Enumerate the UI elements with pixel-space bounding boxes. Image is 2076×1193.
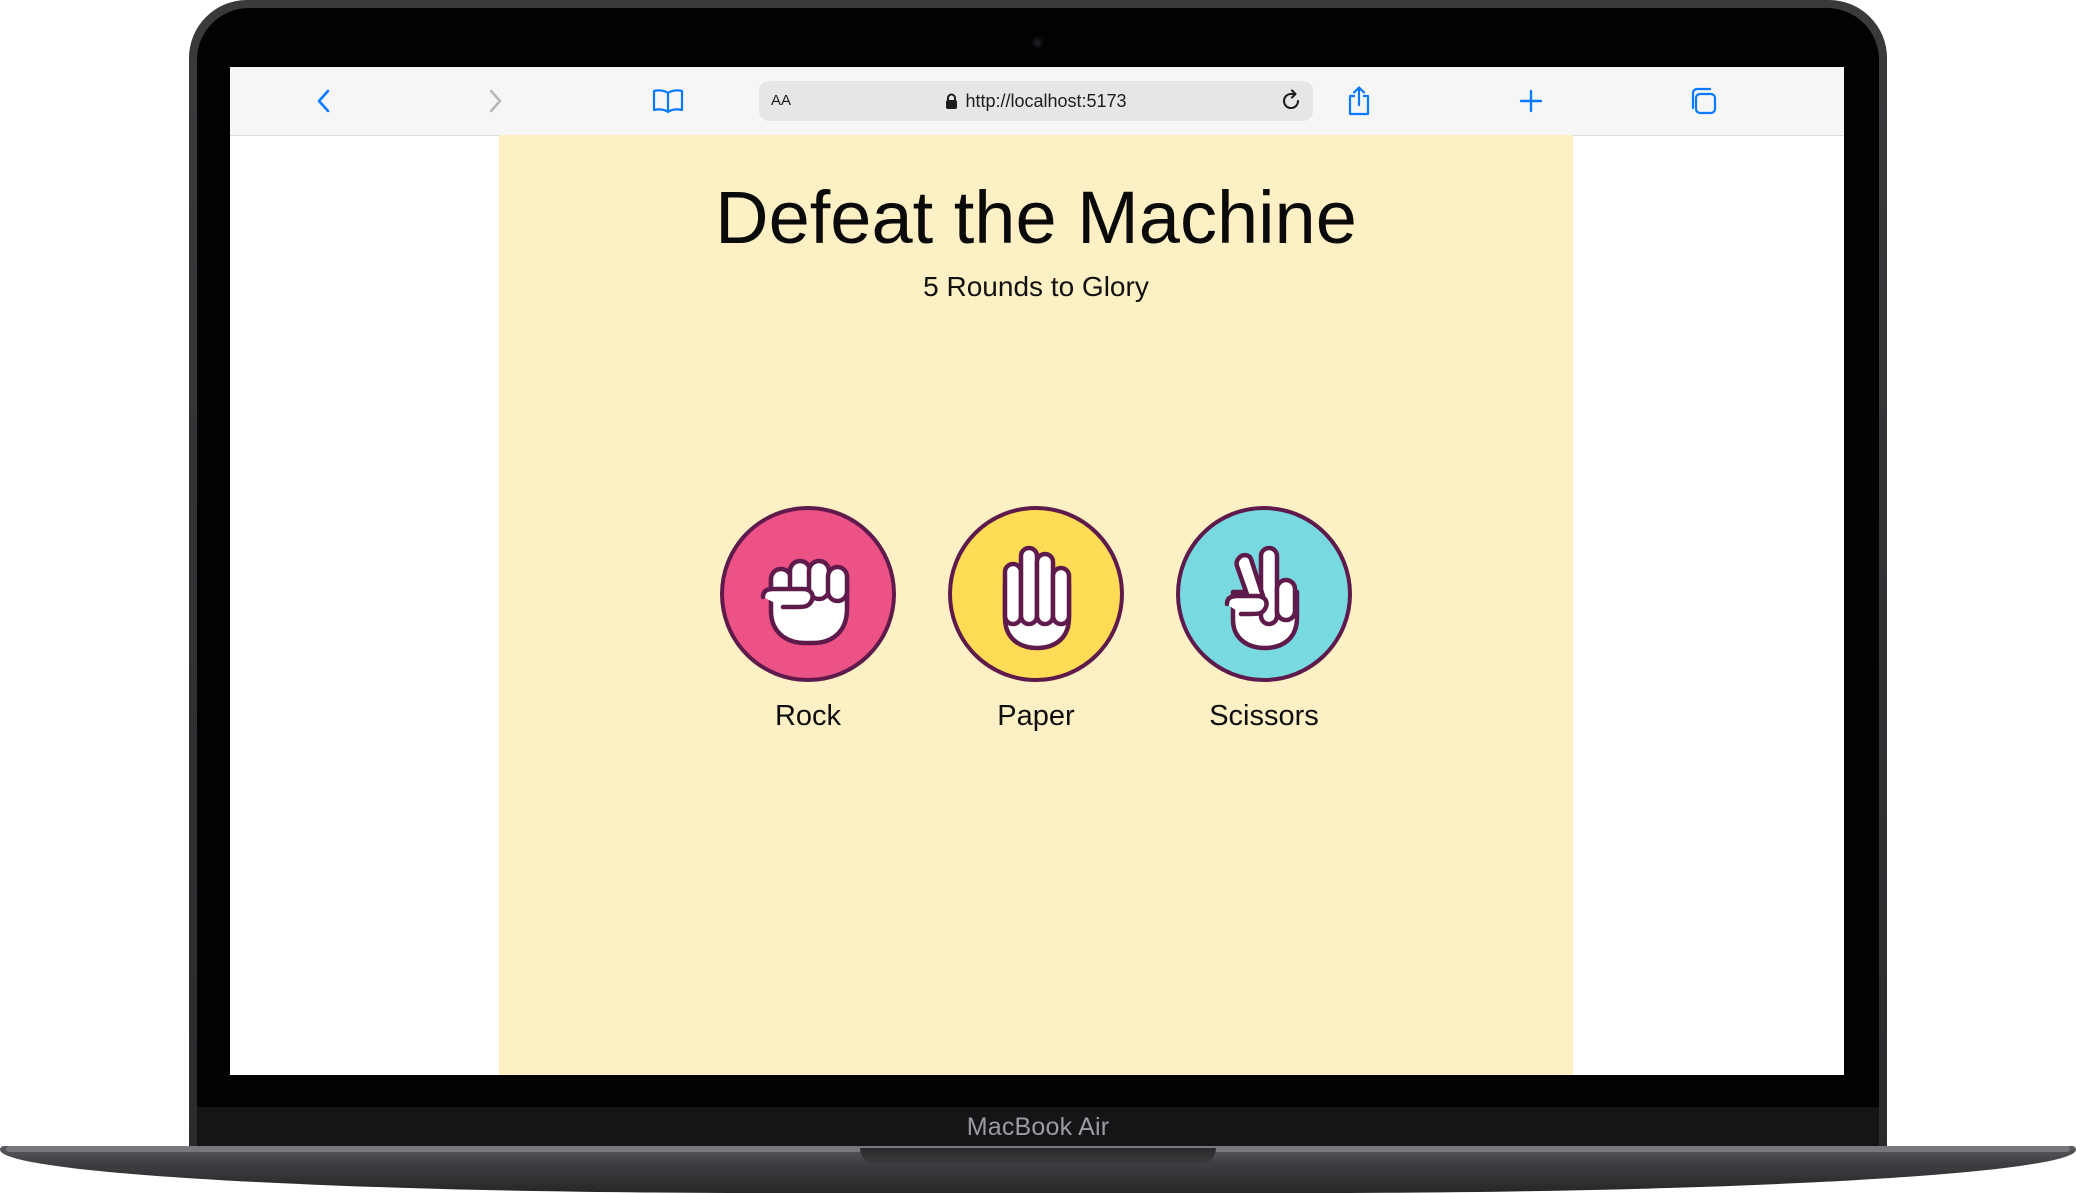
chevron-left-icon xyxy=(317,89,330,113)
book-icon xyxy=(652,89,684,114)
url-display[interactable]: http://localhost:5173 xyxy=(759,81,1313,121)
address-bar[interactable]: AA http://localhost:5173 xyxy=(759,81,1313,121)
browser-toolbar: AA http://localhost:5173 xyxy=(230,67,1844,136)
forward-button[interactable] xyxy=(475,83,515,119)
paper-choice-button[interactable]: Paper xyxy=(948,506,1124,734)
paper-choice-circle[interactable] xyxy=(948,506,1124,682)
reload-button[interactable] xyxy=(1277,87,1305,115)
url-text: http://localhost:5173 xyxy=(965,90,1127,111)
choice-list: Rock Paper Scissors xyxy=(499,506,1573,734)
share-icon xyxy=(1348,86,1370,116)
device-brand-label: MacBook Air xyxy=(966,1113,1110,1141)
plus-icon xyxy=(1519,89,1543,113)
scissors-choice-circle[interactable] xyxy=(1176,506,1352,682)
paper-choice-label: Paper xyxy=(997,700,1075,732)
rock-choice-label: Rock xyxy=(774,700,842,732)
laptop-opening-notch xyxy=(860,1148,1216,1164)
chevron-right-icon xyxy=(489,89,502,113)
rock-fist-icon xyxy=(760,558,850,646)
page-subtitle: 5 Rounds to Glory xyxy=(923,271,1149,302)
browser-window: AA http://localhost:5173 Defeat the Mach… xyxy=(230,67,1844,1075)
rock-choice-button[interactable]: Rock xyxy=(720,506,896,734)
bookmarks-button[interactable] xyxy=(648,83,688,119)
game-page: Defeat the Machine 5 Rounds to Glory Roc… xyxy=(499,135,1573,1075)
new-tab-button[interactable] xyxy=(1511,83,1551,119)
tabs-icon xyxy=(1691,87,1717,115)
paper-hand-icon xyxy=(1002,545,1072,651)
tabs-overview-button[interactable] xyxy=(1683,83,1723,119)
scissors-choice-label: Scissors xyxy=(1209,700,1319,732)
reload-icon xyxy=(1282,89,1300,110)
lock-icon xyxy=(945,93,958,110)
scissors-choice-button[interactable]: Scissors xyxy=(1176,506,1352,734)
laptop-mockup: AA http://localhost:5173 Defeat the Mach… xyxy=(0,0,2076,1193)
camera-icon xyxy=(1032,37,1043,48)
share-button[interactable] xyxy=(1339,83,1379,119)
rock-choice-circle[interactable] xyxy=(720,506,896,682)
scissors-hand-icon xyxy=(1224,545,1300,651)
page-title: Defeat the Machine xyxy=(715,176,1357,259)
back-button[interactable] xyxy=(304,83,344,119)
